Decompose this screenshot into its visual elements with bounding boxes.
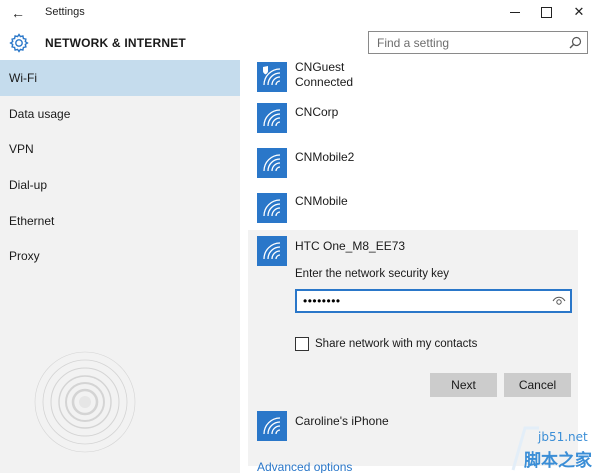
cancel-button[interactable]: Cancel — [504, 373, 571, 397]
next-button[interactable]: Next — [430, 373, 497, 397]
watermark-url: jb51.net — [538, 430, 588, 444]
network-name: CNGuest — [295, 60, 345, 74]
ripple-decoration-icon — [34, 351, 136, 453]
network-item-cnguest[interactable]: CNGuest Connected — [248, 60, 578, 100]
security-key-input[interactable] — [297, 291, 547, 311]
title-bar: ← Settings ✕ — [0, 0, 600, 26]
wifi-icon — [257, 103, 287, 133]
network-name: CNCorp — [295, 105, 339, 119]
network-name: CNMobile — [295, 194, 348, 208]
minimize-button[interactable] — [500, 2, 530, 22]
security-key-field[interactable] — [295, 289, 572, 313]
network-item-cnmobile2[interactable]: CNMobile2 — [248, 144, 578, 188]
network-list: CNGuest Connected CNCorp CNMobile2 CNMob… — [240, 60, 600, 473]
maximize-button[interactable] — [531, 2, 561, 22]
security-key-label: Enter the network security key — [295, 268, 450, 280]
advanced-options-link[interactable]: Advanced options — [257, 460, 352, 473]
network-item-cncorp[interactable]: CNCorp — [248, 100, 578, 144]
wifi-icon — [257, 193, 287, 223]
sidebar-item-ethernet[interactable]: Ethernet — [0, 203, 240, 239]
sidebar: Wi-Fi Data usage VPN Dial-up Ethernet Pr… — [0, 60, 240, 473]
network-name[interactable]: HTC One_M8_EE73 — [295, 239, 405, 253]
page-header: NETWORK & INTERNET — [0, 26, 600, 60]
network-name: CNMobile2 — [295, 150, 355, 164]
sidebar-item-dial-up[interactable]: Dial-up — [0, 167, 240, 203]
search-input[interactable] — [369, 32, 559, 53]
sidebar-item-wifi[interactable]: Wi-Fi — [0, 60, 240, 96]
share-network-label[interactable]: Share network with my contacts — [315, 338, 477, 350]
wifi-icon — [257, 411, 287, 441]
search-icon[interactable] — [569, 36, 582, 49]
sidebar-item-vpn[interactable]: VPN — [0, 131, 240, 167]
app-title: Settings — [45, 6, 85, 18]
eye-icon[interactable] — [552, 295, 566, 307]
wifi-icon — [257, 148, 287, 178]
sidebar-item-proxy[interactable]: Proxy — [0, 238, 240, 274]
watermark-text: 脚本之家 — [524, 451, 592, 471]
gear-icon — [9, 33, 29, 53]
wifi-icon — [257, 236, 287, 266]
page-title: NETWORK & INTERNET — [45, 36, 186, 50]
network-item-cnmobile[interactable]: CNMobile — [248, 188, 578, 230]
search-box[interactable] — [368, 31, 588, 54]
sidebar-item-data-usage[interactable]: Data usage — [0, 96, 240, 132]
close-button[interactable]: ✕ — [564, 2, 594, 22]
share-network-checkbox[interactable] — [295, 337, 309, 351]
wifi-shield-icon — [257, 62, 287, 92]
back-button[interactable]: ← — [6, 3, 30, 23]
network-status: Connected — [295, 75, 354, 89]
network-name: Caroline's iPhone — [295, 414, 389, 428]
